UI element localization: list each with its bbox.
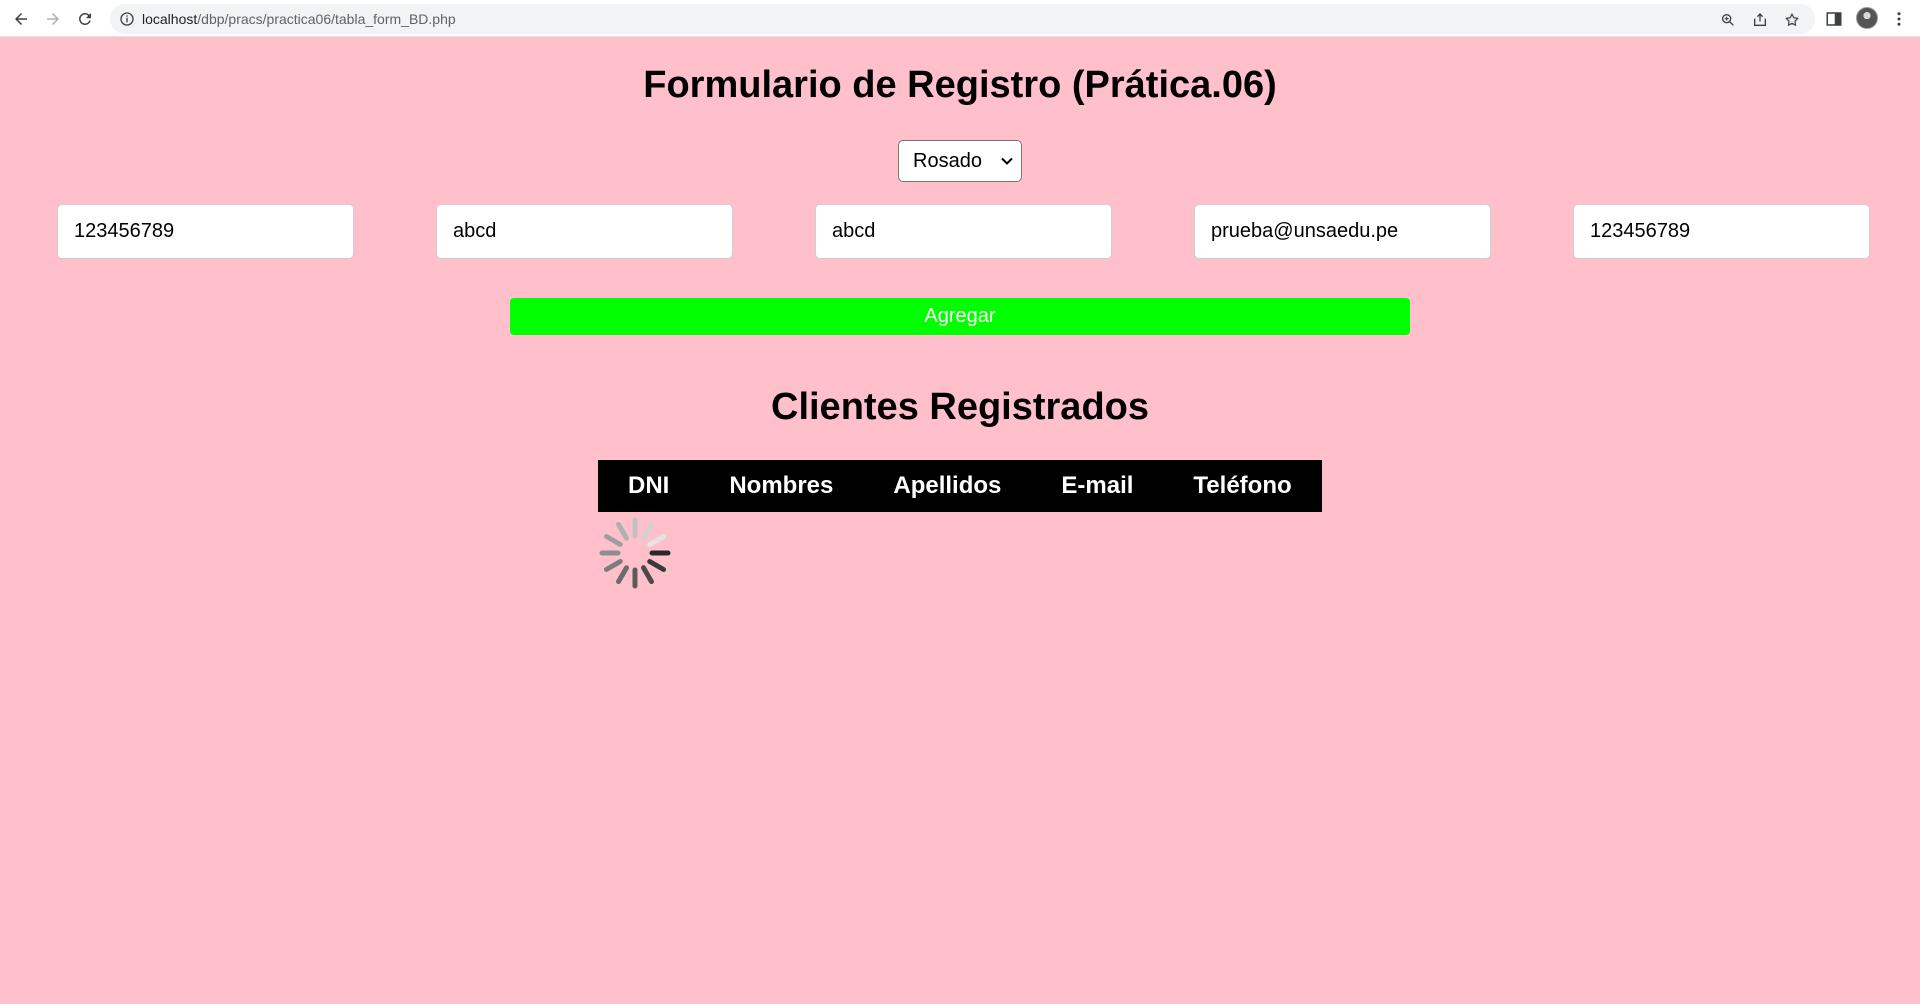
spinner-spoke (641, 565, 654, 585)
url-path: /dbp/pracs/practica06/tabla_form_BD.php (197, 11, 456, 27)
column-header-apellidos: Apellidos (893, 472, 1002, 499)
browser-toolbar: localhost/dbp/pracs/practica06/tabla_for… (0, 0, 1920, 37)
nombres-field[interactable]: abcd (436, 204, 733, 259)
clients-title: Clientes Registrados (771, 386, 1149, 428)
spinner-spoke (616, 565, 629, 585)
spinner-spoke (647, 534, 667, 547)
add-button[interactable]: Agregar (510, 298, 1410, 335)
apellidos-field[interactable]: abcd (815, 204, 1112, 259)
avatar[interactable] (1856, 7, 1878, 29)
share-icon[interactable] (1751, 11, 1769, 29)
clients-table-header: DNI Nombres Apellidos E-mail Teléfono (598, 460, 1322, 512)
column-header-email: E-mail (1061, 472, 1134, 499)
theme-select[interactable]: Rosado (898, 140, 1022, 182)
column-header-telefono: Teléfono (1193, 472, 1292, 499)
spinner-spoke (603, 559, 623, 572)
spinner-spoke (641, 521, 654, 541)
theme-select-value: Rosado (913, 150, 982, 172)
back-arrow-icon[interactable] (8, 6, 34, 32)
zoom-icon[interactable] (1719, 11, 1737, 29)
side-panel-icon[interactable] (1823, 8, 1845, 30)
star-icon[interactable] (1783, 11, 1801, 29)
url-text: localhost/dbp/pracs/practica06/tabla_for… (142, 11, 456, 27)
spinner-spoke (616, 521, 629, 541)
info-icon[interactable] (118, 10, 136, 28)
loading-spinner-icon (599, 517, 671, 589)
spinner-spoke (603, 534, 623, 547)
column-header-nombres: Nombres (729, 472, 834, 499)
spinner-spoke (647, 559, 667, 572)
telefono-field[interactable]: 123456789 (1573, 204, 1870, 259)
address-bar[interactable]: localhost/dbp/pracs/practica06/tabla_for… (110, 4, 1815, 34)
chevron-down-icon (1001, 157, 1013, 165)
page-title: Formulario de Registro (Prática.06) (643, 64, 1277, 106)
email-field[interactable]: prueba@unsaedu.pe (1194, 204, 1491, 259)
forward-arrow-icon[interactable] (40, 6, 66, 32)
dni-field[interactable]: 123456789 (57, 204, 354, 259)
column-header-dni: DNI (628, 472, 670, 499)
menu-dots-icon[interactable] (1888, 8, 1910, 30)
url-host: localhost (142, 11, 198, 27)
reload-icon[interactable] (72, 6, 98, 32)
